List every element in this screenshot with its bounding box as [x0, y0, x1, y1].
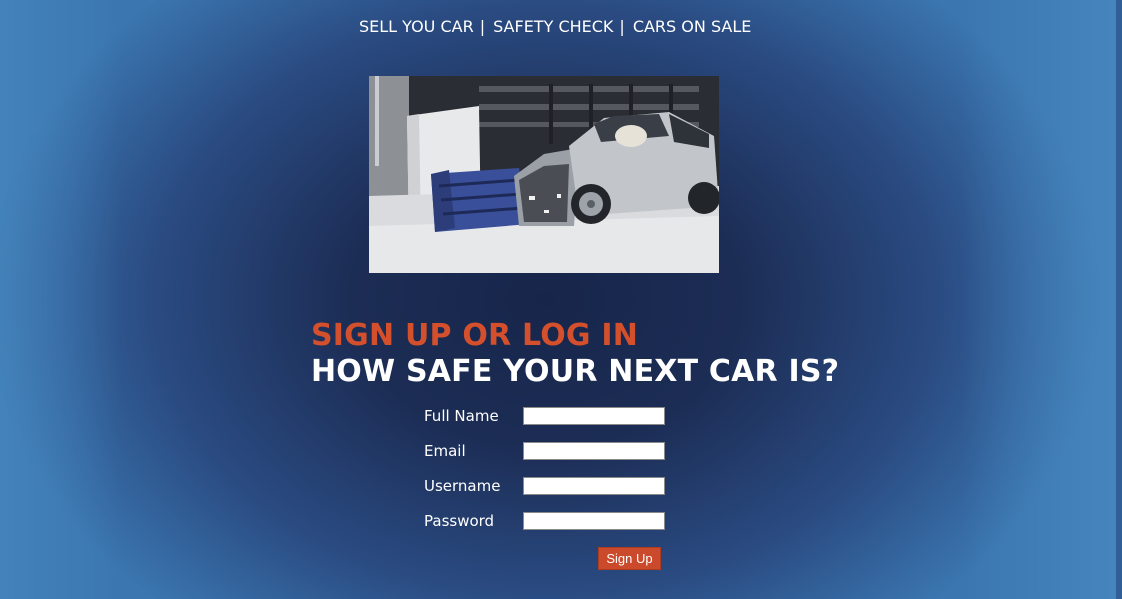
- background-edge-right: [962, 0, 1122, 599]
- nav-separator: |: [479, 16, 486, 36]
- crash-test-image: [369, 76, 719, 273]
- heading-question-line: HOW SAFE YOUR NEXT CAR IS?: [311, 354, 840, 389]
- email-label: Email: [424, 442, 466, 460]
- full-name-label: Full Name: [424, 407, 499, 425]
- nav-separator: |: [619, 16, 625, 36]
- background-edge-left: [0, 0, 120, 599]
- form-row-email: Email: [424, 441, 665, 461]
- password-label: Password: [424, 512, 495, 530]
- form-row-full-name: Full Name: [424, 406, 665, 426]
- page-heading: SIGN UP OR LOG IN HOW SAFE YOUR NEXT CAR…: [311, 318, 839, 390]
- sign-up-button[interactable]: Sign Up: [598, 547, 661, 570]
- nav-link-cars-on-sale[interactable]: CARS ON SALE: [633, 17, 752, 36]
- heading-signup-line: SIGN UP OR LOG IN: [311, 318, 639, 353]
- full-name-field[interactable]: [523, 407, 665, 425]
- window-edge: [1116, 0, 1122, 599]
- username-field[interactable]: [523, 477, 665, 495]
- crash-test-illustration: [369, 76, 719, 273]
- username-label: Username: [424, 477, 501, 495]
- nav-link-safety-check[interactable]: SAFETY CHECK: [493, 17, 613, 36]
- form-row-password: Password: [424, 511, 665, 531]
- top-nav: SELL YOU CAR | SAFETY CHECK | CARS ON SA…: [359, 14, 751, 38]
- form-row-username: Username: [424, 476, 665, 496]
- password-field[interactable]: [523, 512, 665, 530]
- email-field[interactable]: [523, 442, 665, 460]
- nav-link-sell-your-car[interactable]: SELL YOU CAR: [359, 17, 474, 36]
